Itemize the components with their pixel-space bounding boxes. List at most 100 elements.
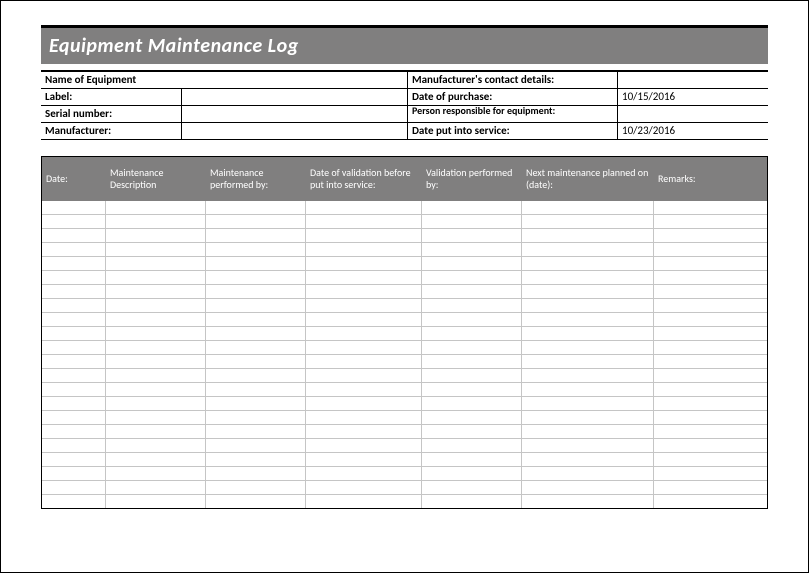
header-description: Maintenance Description	[106, 157, 206, 201]
table-row	[42, 425, 767, 439]
table-cell	[654, 285, 767, 298]
table-cell	[654, 299, 767, 312]
table-cell	[206, 481, 306, 494]
table-cell	[522, 327, 654, 340]
table-cell	[206, 467, 306, 480]
table-cell	[206, 313, 306, 326]
table-cell	[106, 425, 206, 438]
table-row	[42, 313, 767, 327]
table-cell	[654, 397, 767, 410]
table-cell	[422, 425, 522, 438]
table-cell	[654, 439, 767, 452]
table-row	[42, 383, 767, 397]
table-cell	[106, 327, 206, 340]
table-cell	[206, 369, 306, 382]
table-cell	[306, 229, 422, 242]
info-row-name: Name of Equipment Manufacturer's contact…	[41, 72, 768, 89]
table-cell	[522, 383, 654, 396]
table-cell	[422, 383, 522, 396]
table-cell	[422, 355, 522, 368]
header-performed-by: Maintenance performed by:	[206, 157, 306, 201]
table-cell	[106, 383, 206, 396]
table-cell	[42, 481, 106, 494]
log-header-row: Date: Maintenance Description Maintenanc…	[42, 157, 767, 201]
label-value	[181, 89, 407, 105]
table-cell	[654, 425, 767, 438]
table-cell	[42, 285, 106, 298]
table-cell	[522, 355, 654, 368]
table-cell	[422, 271, 522, 284]
header-remarks: Remarks:	[654, 157, 767, 201]
table-cell	[42, 369, 106, 382]
table-cell	[422, 285, 522, 298]
table-cell	[306, 327, 422, 340]
table-cell	[42, 313, 106, 326]
table-cell	[42, 439, 106, 452]
table-row	[42, 271, 767, 285]
manufacturer-value	[181, 123, 407, 139]
table-cell	[306, 495, 422, 508]
table-row	[42, 299, 767, 313]
table-cell	[206, 201, 306, 214]
table-cell	[306, 453, 422, 466]
table-row	[42, 397, 767, 411]
table-cell	[42, 299, 106, 312]
table-cell	[206, 495, 306, 508]
table-cell	[306, 481, 422, 494]
table-cell	[106, 257, 206, 270]
table-cell	[654, 215, 767, 228]
table-cell	[422, 341, 522, 354]
table-cell	[422, 215, 522, 228]
table-cell	[106, 453, 206, 466]
date-of-purchase-label: Date of purchase:	[407, 89, 617, 105]
table-cell	[522, 453, 654, 466]
table-cell	[106, 439, 206, 452]
person-responsible-label: Person responsible for equipment:	[407, 106, 617, 122]
table-cell	[522, 369, 654, 382]
person-responsible-value	[617, 106, 768, 122]
table-cell	[422, 257, 522, 270]
table-cell	[206, 355, 306, 368]
table-cell	[654, 257, 767, 270]
log-table: Date: Maintenance Description Maintenanc…	[41, 156, 768, 509]
table-cell	[106, 341, 206, 354]
table-cell	[42, 201, 106, 214]
table-cell	[106, 369, 206, 382]
table-cell	[306, 313, 422, 326]
table-cell	[206, 411, 306, 424]
table-cell	[654, 341, 767, 354]
table-cell	[42, 243, 106, 256]
manufacturer-label: Manufacturer:	[41, 123, 181, 139]
table-cell	[422, 229, 522, 242]
table-cell	[306, 215, 422, 228]
table-cell	[422, 397, 522, 410]
table-cell	[206, 425, 306, 438]
table-cell	[42, 215, 106, 228]
table-cell	[206, 439, 306, 452]
table-cell	[106, 285, 206, 298]
table-cell	[206, 229, 306, 242]
table-row	[42, 369, 767, 383]
table-row	[42, 285, 767, 299]
table-row	[42, 411, 767, 425]
table-cell	[522, 439, 654, 452]
table-cell	[654, 243, 767, 256]
table-cell	[206, 453, 306, 466]
table-cell	[306, 257, 422, 270]
table-row	[42, 467, 767, 481]
table-row	[42, 481, 767, 495]
table-row	[42, 355, 767, 369]
table-cell	[422, 495, 522, 508]
table-cell	[206, 257, 306, 270]
table-cell	[654, 369, 767, 382]
table-cell	[42, 453, 106, 466]
header-validation-date: Date of validation before put into servi…	[306, 157, 422, 201]
table-cell	[422, 327, 522, 340]
table-cell	[522, 285, 654, 298]
table-cell	[42, 425, 106, 438]
table-cell	[42, 495, 106, 508]
manufacturer-contact-label: Manufacturer's contact details:	[407, 72, 617, 88]
date-into-service-label: Date put into service:	[407, 123, 617, 139]
table-cell	[522, 271, 654, 284]
table-cell	[522, 201, 654, 214]
